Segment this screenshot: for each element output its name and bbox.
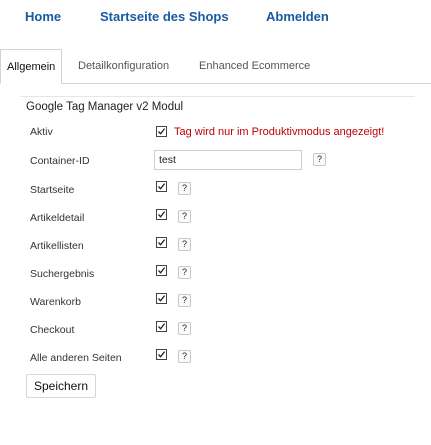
checkmark-icon [158, 295, 166, 302]
tab-detailkonfiguration[interactable]: Detailkonfiguration [78, 49, 169, 83]
artikeldetail-checkbox[interactable] [156, 209, 167, 220]
tab-allgemein[interactable]: Allgemein [0, 49, 63, 84]
checkmark-icon [158, 351, 166, 358]
gtm-module-fieldset [20, 96, 415, 379]
checkmark-icon [158, 128, 166, 135]
alle-anderen-seiten-checkbox[interactable] [156, 349, 167, 360]
startseite-checkbox[interactable] [156, 181, 167, 192]
logout-link[interactable]: Abmelden [266, 9, 329, 24]
page-label-alle-anderen-seiten: Alle anderen Seiten [30, 352, 122, 364]
warenkorb-help-icon[interactable]: ? [178, 294, 191, 307]
checkmark-icon [158, 267, 166, 274]
page-label-warenkorb: Warenkorb [30, 296, 81, 308]
aktiv-label: Aktiv [30, 126, 53, 138]
aktiv-hint: Tag wird nur im Produktivmodus angezeigt… [174, 126, 385, 138]
tab-enhanced-ecommerce[interactable]: Enhanced Ecommerce [199, 49, 310, 83]
artikellisten-checkbox[interactable] [156, 237, 167, 248]
checkmark-icon [158, 323, 166, 330]
save-button[interactable]: Speichern [26, 374, 96, 398]
top-navigation: Home Startseite des Shops Abmelden [0, 0, 431, 36]
startseite-help-icon[interactable]: ? [178, 182, 191, 195]
suchergebnis-checkbox[interactable] [156, 265, 167, 276]
checkmark-icon [158, 183, 166, 190]
fieldset-legend: Google Tag Manager v2 Modul [26, 101, 184, 113]
page-label-checkout: Checkout [30, 324, 75, 336]
warenkorb-checkbox[interactable] [156, 293, 167, 304]
artikeldetail-help-icon[interactable]: ? [178, 210, 191, 223]
page-label-startseite: Startseite [30, 184, 75, 196]
checkout-checkbox[interactable] [156, 321, 167, 332]
suchergebnis-help-icon[interactable]: ? [178, 266, 191, 279]
container-id-input[interactable] [154, 150, 302, 170]
shop-home-link[interactable]: Startseite des Shops [100, 9, 229, 24]
artikellisten-help-icon[interactable]: ? [178, 238, 191, 251]
checkmark-icon [158, 211, 166, 218]
container-id-label: Container-ID [30, 155, 90, 167]
container-id-help-icon[interactable]: ? [313, 153, 326, 166]
page-label-suchergebnis: Suchergebnis [30, 268, 95, 280]
checkout-help-icon[interactable]: ? [178, 322, 191, 335]
alle-anderen-seiten-help-icon[interactable]: ? [178, 350, 191, 363]
page-label-artikellisten: Artikellisten [30, 240, 84, 252]
page-label-artikeldetail: Artikeldetail [30, 212, 85, 224]
tab-bar: Allgemein Detailkonfiguration Enhanced E… [0, 49, 431, 84]
aktiv-checkbox[interactable] [156, 126, 167, 137]
checkmark-icon [158, 239, 166, 246]
home-link[interactable]: Home [25, 9, 61, 24]
